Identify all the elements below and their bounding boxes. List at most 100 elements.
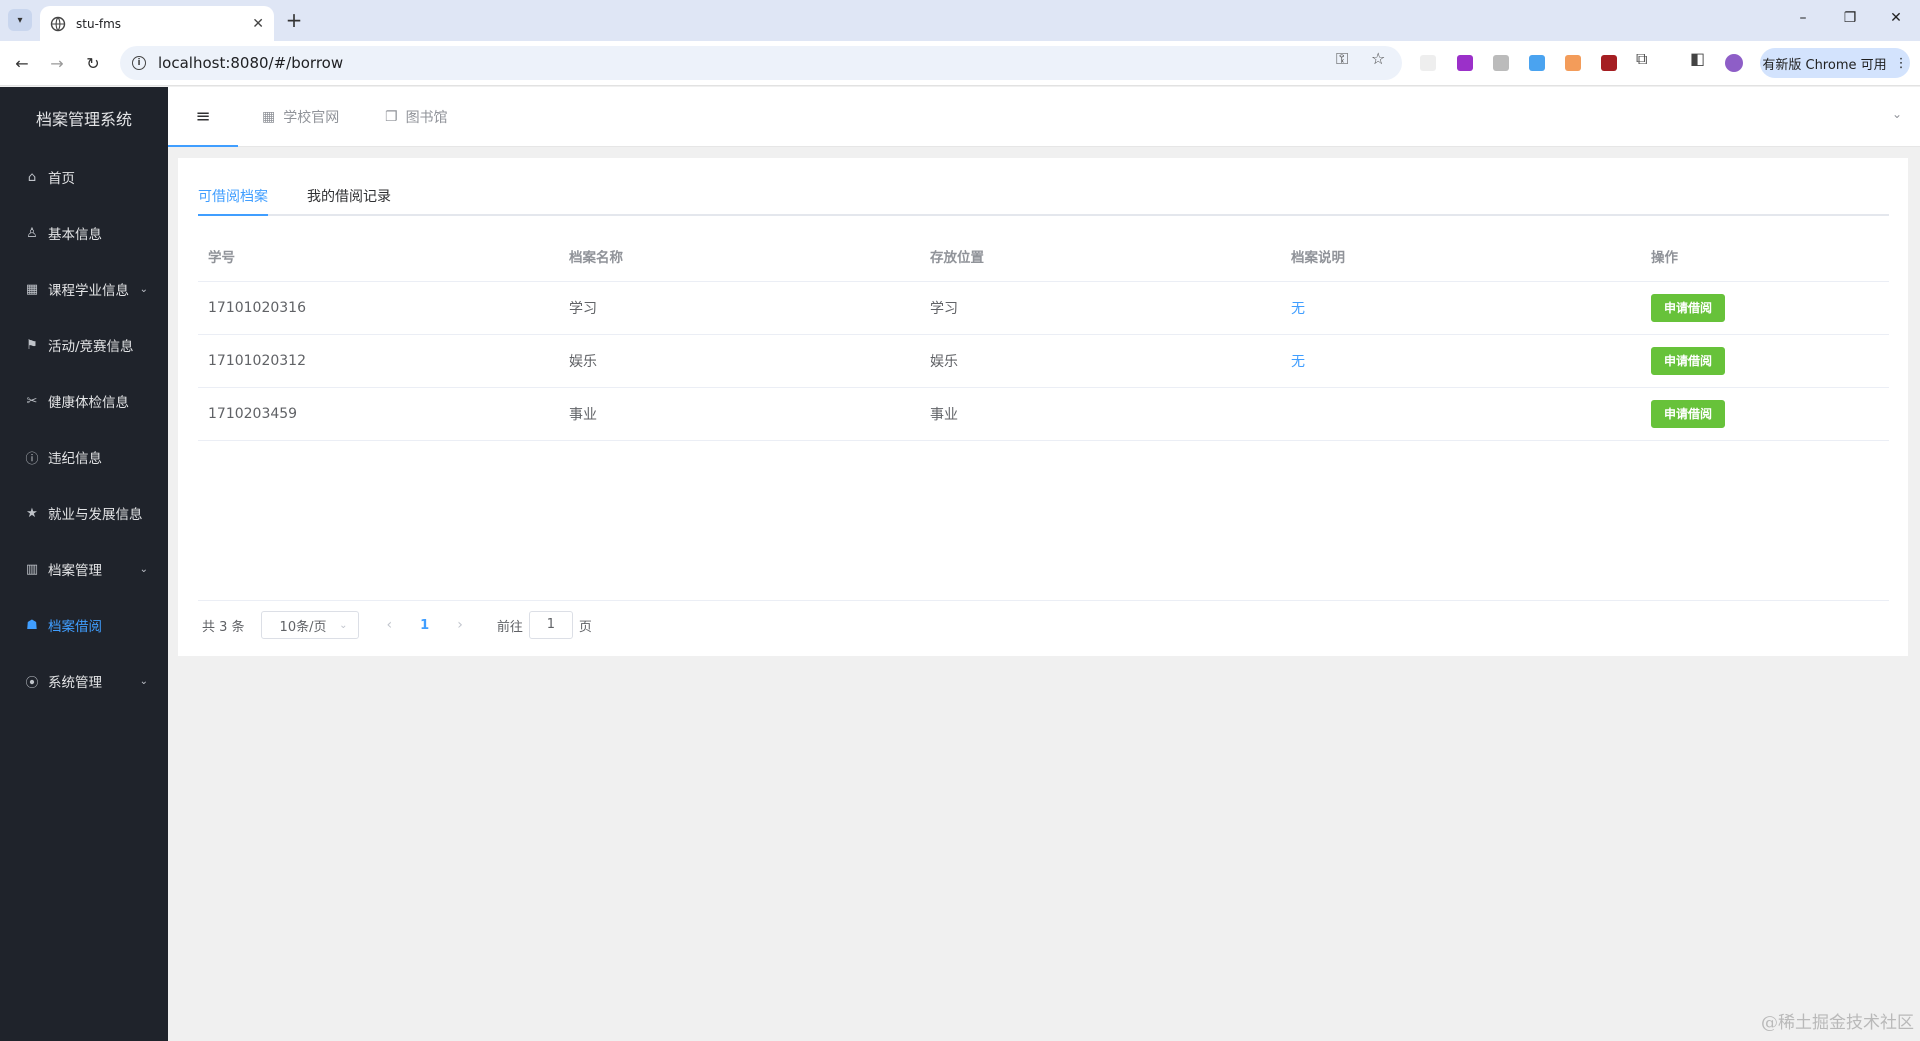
goto-suffix: 页 xyxy=(578,619,592,635)
sidebar-item-label: 健康体检信息 xyxy=(48,395,129,411)
tab-title: stu-fms xyxy=(76,16,122,31)
sidebar-item-label: 活动/竞赛信息 xyxy=(48,339,134,355)
cell-action: 申请借阅 xyxy=(1641,388,1726,440)
topnav-school-site[interactable]: ▦ 学校官网 xyxy=(262,87,339,147)
sidebar-item-label: 首页 xyxy=(48,171,75,187)
extension-layers-icon[interactable] xyxy=(1529,55,1545,71)
table-row: 17101020312 娱乐 娱乐 无 申请借阅 xyxy=(198,335,1889,388)
sidebar-item-7[interactable]: ▥ 档案管理 ⌄ xyxy=(0,541,168,597)
app-topbar: ≡ ▦ 学校官网 ❐ 图书馆 ⌄ xyxy=(168,87,1920,147)
extension-rp-icon[interactable] xyxy=(1457,55,1473,71)
sidebar-item-3[interactable]: ⚑ 活动/竞赛信息 xyxy=(0,317,168,373)
sidebar-item-label: 档案借阅 xyxy=(48,619,102,635)
back-icon[interactable]: ← xyxy=(11,53,33,75)
sidebar-item-5[interactable]: ⓘ 违纪信息 xyxy=(0,429,168,485)
close-window-icon[interactable]: ✕ xyxy=(1886,10,1906,26)
sidebar-item-label: 档案管理 xyxy=(48,563,102,579)
scissors-icon: ✂ xyxy=(26,393,38,409)
prev-page-icon[interactable]: ‹ xyxy=(387,617,393,633)
topnav-label: 图书馆 xyxy=(405,110,448,126)
building-icon: ▦ xyxy=(262,109,276,125)
chrome-menu-icon[interactable]: ⋮ xyxy=(1895,56,1908,71)
reload-icon[interactable]: ↻ xyxy=(82,53,104,75)
sidebar-item-0[interactable]: ⌂ 首页 xyxy=(0,149,168,205)
extension-grid-icon[interactable] xyxy=(1493,55,1509,71)
page-number-current[interactable]: 1 xyxy=(420,618,429,633)
topnav-label: 学校官网 xyxy=(283,110,340,126)
header-location: 存放位置 xyxy=(930,249,984,266)
restore-icon[interactable]: ❐ xyxy=(1840,10,1860,26)
apply-borrow-button[interactable]: 申请借阅 xyxy=(1651,400,1726,428)
table-header-row: 学号 档案名称 存放位置 档案说明 操作 xyxy=(198,230,1889,282)
sidebar-item-label: 基本信息 xyxy=(48,227,102,243)
extension-orange-icon[interactable] xyxy=(1565,55,1581,71)
sidebar-item-6[interactable]: ★ 就业与发展信息 xyxy=(0,485,168,541)
cell-location: 娱乐 xyxy=(930,354,958,370)
extensions-puzzle-icon[interactable]: ⧉ xyxy=(1636,49,1647,69)
sidebar-item-1[interactable]: ♙ 基本信息 xyxy=(0,205,168,261)
pagination: 共 3 条 10条/页 ⌄ ‹ 1 › 前往 1 页 xyxy=(202,605,592,645)
close-tab-icon[interactable]: ✕ xyxy=(252,16,264,32)
sidebar-item-2[interactable]: ▦ 课程学业信息 ⌄ xyxy=(0,261,168,317)
hamburger-menu-icon[interactable]: ≡ xyxy=(168,87,238,147)
tab-available-archives[interactable]: 可借阅档案 xyxy=(198,178,268,216)
copy-icon: ❐ xyxy=(385,109,398,125)
watermark-text: @稀土掘金技术社区 xyxy=(1761,1013,1914,1033)
goto-page: 前往 1 页 xyxy=(497,611,592,639)
page-size-select[interactable]: 10条/页 ⌄ xyxy=(260,611,359,639)
info-circle-icon: ⓘ xyxy=(25,451,39,467)
key-icon[interactable]: ⚿ xyxy=(1336,49,1348,69)
thumb-icon: ☗ xyxy=(26,617,38,633)
apply-borrow-button[interactable]: 申请借阅 xyxy=(1651,347,1726,375)
cell-archive-name: 事业 xyxy=(569,407,597,423)
sidebar-item-9[interactable]: ⦿ 系统管理 ⌄ xyxy=(0,653,168,709)
sidebar: 档案管理系统 ⌂ 首页 ♙ 基本信息 ▦ 课程学业信息 ⌄ ⚑ 活动/竞赛信息 ✂ 健康体检信息 ⓘ 违… xyxy=(0,87,168,1041)
table-row: 17101020316 学习 学习 无 申请借阅 xyxy=(198,282,1889,335)
forward-icon[interactable]: → xyxy=(46,53,68,75)
location-icon: ⦿ xyxy=(25,675,39,691)
side-panel-icon[interactable]: ◧ xyxy=(1690,49,1705,68)
cell-archive-name: 学习 xyxy=(569,301,597,317)
content-card: 可借阅档案 我的借阅记录 学号 档案名称 存放位置 档案说明 操作 171010… xyxy=(178,158,1908,656)
apply-borrow-button[interactable]: 申请借阅 xyxy=(1651,294,1726,322)
chevron-down-icon: ⌄ xyxy=(339,619,348,631)
update-label: 有新版 Chrome 可用 xyxy=(1762,57,1887,73)
topnav-library[interactable]: ❐ 图书馆 xyxy=(385,87,448,147)
table-bottom-divider xyxy=(198,600,1889,601)
sidebar-item-4[interactable]: ✂ 健康体检信息 xyxy=(0,373,168,429)
chevron-down-icon[interactable]: ⌄ xyxy=(1892,107,1902,121)
grid-icon: ▦ xyxy=(25,281,39,297)
home-icon: ⌂ xyxy=(27,169,37,185)
cell-student-id: 1710203459 xyxy=(208,406,298,422)
next-page-icon[interactable]: › xyxy=(457,617,463,633)
flag-icon: ⚑ xyxy=(26,337,38,353)
sidebar-item-8[interactable]: ☗ 档案借阅 xyxy=(0,597,168,653)
url-text: localhost:8080/#/borrow xyxy=(158,54,344,72)
browser-tab[interactable]: stu-fms ✕ xyxy=(40,6,274,41)
goto-prefix: 前往 xyxy=(496,619,523,635)
cell-action: 申请借阅 xyxy=(1641,282,1726,334)
extension-ublock-icon[interactable] xyxy=(1601,55,1617,71)
tab-search-button[interactable]: ▾ xyxy=(8,9,32,31)
goto-page-input[interactable]: 1 xyxy=(528,611,573,639)
cell-location: 学习 xyxy=(930,301,958,317)
address-bar[interactable]: i localhost:8080/#/borrow xyxy=(120,46,1402,80)
profile-avatar[interactable] xyxy=(1725,54,1743,72)
header-student-id: 学号 xyxy=(208,249,235,266)
new-tab-button[interactable]: + xyxy=(282,8,306,32)
header-archive-name: 档案名称 xyxy=(569,249,623,266)
cell-action: 申请借阅 xyxy=(1641,335,1726,387)
sidebar-item-label: 课程学业信息 xyxy=(48,283,129,299)
extension-cursor-icon[interactable] xyxy=(1420,55,1436,71)
cell-location: 事业 xyxy=(930,407,958,423)
app-brand: 档案管理系统 xyxy=(35,110,132,129)
sidebar-item-label: 就业与发展信息 xyxy=(48,507,143,523)
tab-my-borrow-records[interactable]: 我的借阅记录 xyxy=(307,178,391,216)
site-info-icon[interactable]: i xyxy=(132,56,146,70)
user-icon: ♙ xyxy=(26,225,38,241)
active-tab-indicator xyxy=(198,214,268,216)
bookmark-star-icon[interactable]: ☆ xyxy=(1371,49,1385,68)
chrome-update-button[interactable]: 有新版 Chrome 可用 ⋮ xyxy=(1760,48,1910,78)
chevron-down-icon: ⌄ xyxy=(139,563,148,575)
minimize-icon[interactable]: – xyxy=(1793,10,1813,26)
